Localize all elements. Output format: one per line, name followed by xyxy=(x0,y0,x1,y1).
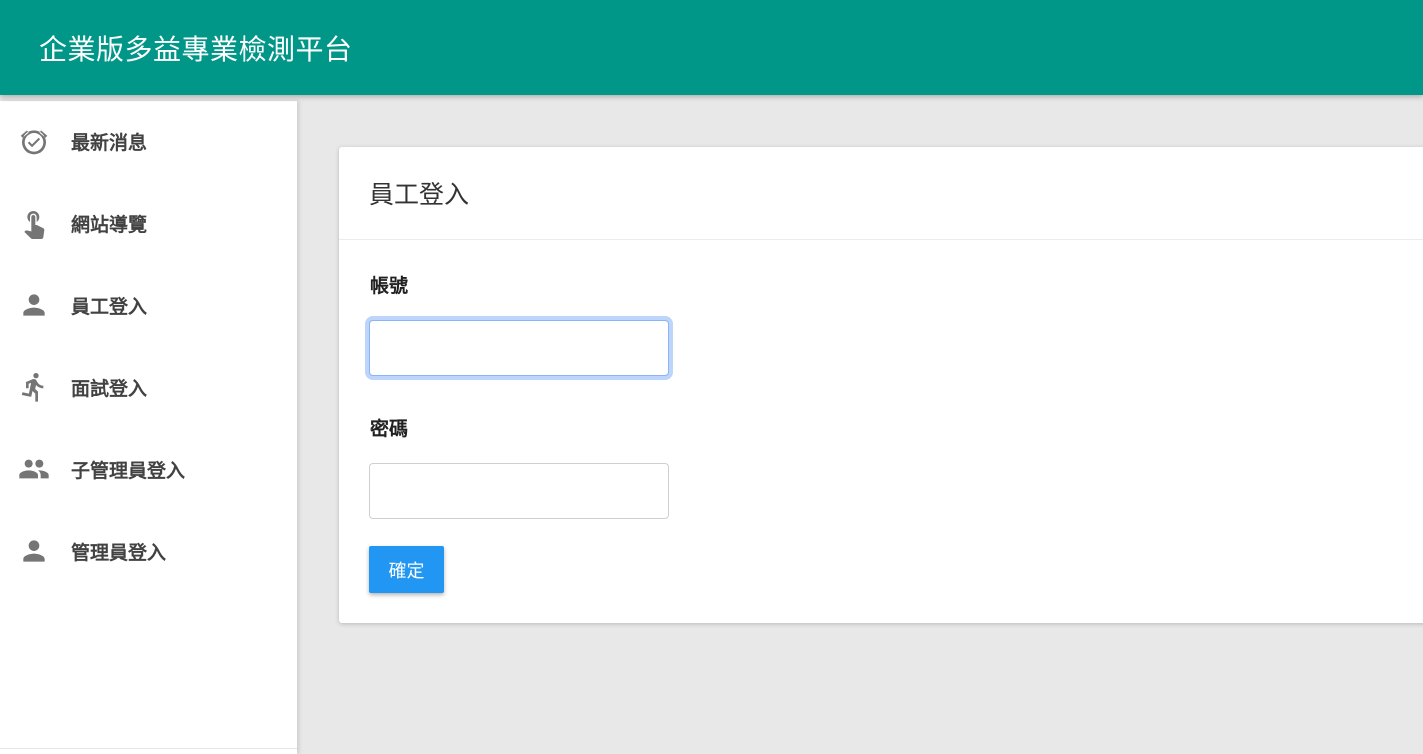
sidebar-item-news[interactable]: 最新消息 xyxy=(0,111,297,171)
running-person-icon xyxy=(16,369,52,405)
sidebar-item-sub-admin-login[interactable]: 子管理員登入 xyxy=(0,439,297,499)
sidebar-item-label: 網站導覽 xyxy=(71,213,148,236)
app-bar: 企業版多益專業檢測平台 xyxy=(0,0,1423,95)
submit-button[interactable]: 確定 xyxy=(369,546,444,593)
alarm-check-icon xyxy=(16,123,52,159)
sidebar-item-label: 子管理員登入 xyxy=(71,459,186,482)
person-icon xyxy=(16,533,52,569)
account-label: 帳號 xyxy=(370,275,409,297)
card-header: 員工登入 xyxy=(339,147,1423,240)
sidebar: 最新消息 網站導覽 員工登入 面試登入 子管理員登入 管理員登入 xyxy=(0,101,297,754)
sidebar-item-site-guide[interactable]: 網站導覽 xyxy=(0,193,297,253)
sidebar-divider xyxy=(0,748,297,749)
sidebar-item-employee-login[interactable]: 員工登入 xyxy=(0,275,297,335)
person-icon xyxy=(16,287,52,323)
account-input[interactable] xyxy=(369,320,669,376)
touch-hand-icon xyxy=(16,205,52,241)
password-label: 密碼 xyxy=(370,418,409,440)
sidebar-item-label: 員工登入 xyxy=(71,295,148,318)
password-input[interactable] xyxy=(369,463,669,519)
sidebar-item-label: 面試登入 xyxy=(71,377,148,400)
people-icon xyxy=(16,451,52,487)
app-title: 企業版多益專業檢測平台 xyxy=(39,32,353,66)
sidebar-item-interview-login[interactable]: 面試登入 xyxy=(0,357,297,417)
sidebar-item-label: 最新消息 xyxy=(71,131,148,154)
card-title: 員工登入 xyxy=(369,180,470,209)
login-card: 員工登入 帳號 密碼 確定 xyxy=(339,147,1423,623)
sidebar-item-label: 管理員登入 xyxy=(71,541,167,564)
sidebar-item-admin-login[interactable]: 管理員登入 xyxy=(0,521,297,581)
